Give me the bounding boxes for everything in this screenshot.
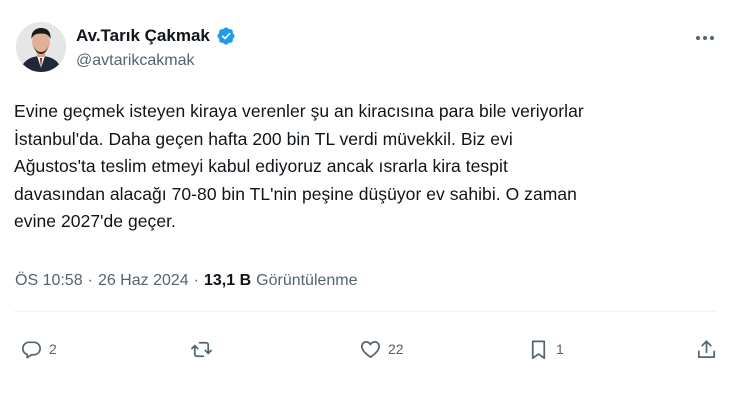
views-label: Görüntülenme: [256, 272, 358, 289]
more-dot-icon: [696, 36, 700, 40]
divider: [14, 311, 716, 312]
meta-separator: ·: [87, 272, 93, 289]
author-info: Av.Tarık Çakmak @avtarikcakmak: [76, 25, 236, 70]
tweet-text: Evine geçmek isteyen kiraya verenler şu …: [14, 101, 584, 232]
more-dot-icon: [703, 36, 707, 40]
share-button[interactable]: [695, 334, 718, 364]
reply-button[interactable]: 2: [20, 334, 57, 364]
like-count: 22: [388, 341, 404, 357]
tweet-time[interactable]: ÖS 10:58: [15, 272, 83, 290]
retweet-button[interactable]: [190, 334, 219, 364]
bookmark-button[interactable]: 1: [527, 334, 564, 364]
tweet-date[interactable]: 26 Haz 2024: [98, 272, 189, 290]
avatar[interactable]: [16, 22, 66, 72]
avatar-image: [16, 22, 66, 72]
handle[interactable]: @avtarikcakmak: [76, 52, 236, 70]
action-bar: 2 22 1: [0, 334, 730, 364]
like-button[interactable]: 22: [359, 334, 404, 364]
share-icon: [697, 339, 716, 358]
reply-count: 2: [49, 341, 57, 357]
more-dot-icon: [710, 36, 714, 40]
heart-icon: [361, 340, 380, 358]
tweet-meta: ÖS 10:58 · 26 Haz 2024 · 13,1 B Görüntül…: [15, 272, 358, 290]
more-options-button[interactable]: [690, 26, 720, 50]
verified-badge-icon: [217, 27, 235, 45]
bookmark-icon: [531, 339, 546, 359]
views-count: 13,1 B: [204, 272, 252, 289]
meta-separator: ·: [193, 272, 199, 289]
tweet-card: Av.Tarık Çakmak @avtarikcakmak Evine geç…: [0, 0, 730, 420]
bookmark-count: 1: [556, 341, 564, 357]
reply-icon: [21, 340, 41, 359]
retweet-icon: [191, 341, 212, 357]
display-name[interactable]: Av.Tarık Çakmak: [76, 26, 210, 46]
